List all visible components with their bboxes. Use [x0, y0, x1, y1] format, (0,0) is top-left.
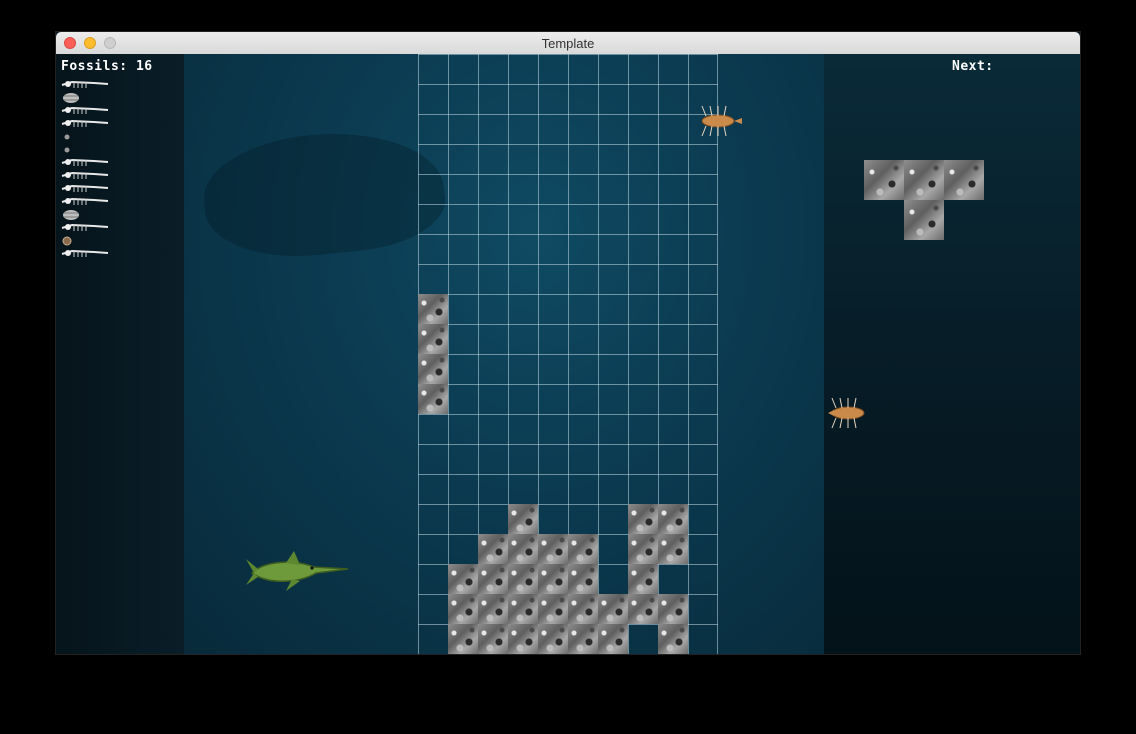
- ichthyosaur-skeleton-icon: [60, 221, 116, 234]
- next-piece-block: [904, 160, 944, 200]
- fossil-rock-block: [478, 624, 508, 654]
- small-fossil-icon: [60, 143, 116, 156]
- sea-scorpion-icon: [828, 397, 865, 429]
- fossil-rock-block: [508, 534, 538, 564]
- background-creature-silhouette: [198, 121, 450, 267]
- ichthyosaur-skeleton-icon: [60, 117, 116, 130]
- fossil-rock-block: [628, 594, 658, 624]
- next-piece-block: [904, 200, 944, 240]
- fossil-rock-block: [448, 594, 478, 624]
- fossil-rock-block: [598, 624, 628, 654]
- fossil-rock-block: [538, 534, 568, 564]
- fossil-rock-block: [478, 594, 508, 624]
- fossil-rock-block: [478, 534, 508, 564]
- fossil-rock-block: [658, 624, 688, 654]
- fossil-rock-block: [598, 594, 628, 624]
- fossil-rock-block: [418, 354, 448, 384]
- ichthyosaur-skeleton-icon: [60, 195, 116, 208]
- fossil-rock-block: [658, 594, 688, 624]
- ichthyosaur-skeleton-icon: [60, 78, 116, 91]
- game-canvas[interactable]: Fossils: 16 Next:: [56, 54, 1080, 654]
- ichthyosaur-skeleton-icon: [60, 247, 116, 260]
- ichthyosaur-skeleton-icon: [60, 169, 116, 182]
- next-piece-block: [944, 160, 984, 200]
- next-piece-block: [864, 160, 904, 200]
- fossil-rock-block: [658, 504, 688, 534]
- fossil-rock-block: [568, 564, 598, 594]
- next-piece-panel: [824, 54, 1080, 654]
- fossils-counter: Fossils: 16: [61, 59, 153, 74]
- fossil-rock-block: [538, 624, 568, 654]
- game-window: Template Fossils: 16 Next:: [56, 32, 1080, 654]
- ichthyosaur-skeleton-icon: [60, 104, 116, 117]
- fossil-rock-block: [418, 384, 448, 414]
- ichthyosaur-skeleton-icon: [60, 182, 116, 195]
- fossil-rock-block: [538, 594, 568, 624]
- window-title: Template: [541, 36, 595, 51]
- fossil-rock-block: [448, 564, 478, 594]
- fossil-rock-block: [508, 624, 538, 654]
- fossil-rock-block: [418, 324, 448, 354]
- fossil-rock-block: [568, 624, 598, 654]
- fossil-rock-block: [508, 594, 538, 624]
- fossil-rock-block: [448, 624, 478, 654]
- fossil-rock-block: [628, 564, 658, 594]
- title-bar[interactable]: Template: [56, 32, 1080, 55]
- fossil-rock-block: [628, 504, 658, 534]
- fossil-rock-block: [658, 534, 688, 564]
- fossil-rock-block: [568, 594, 598, 624]
- ichthyosaur-skeleton-icon: [60, 156, 116, 169]
- fossil-rock-block: [478, 564, 508, 594]
- next-label: Next:: [952, 59, 994, 74]
- next-piece-preview: [864, 160, 984, 240]
- small-fossil-icon: [60, 130, 116, 143]
- game-board[interactable]: [418, 54, 718, 654]
- fossil-icon-list: [60, 78, 116, 260]
- trilobite-icon: [60, 91, 116, 104]
- sea-scorpion-icon: [701, 105, 742, 137]
- fossil-rock-block: [508, 504, 538, 534]
- fossil-rock-block: [418, 294, 448, 324]
- fossil-rock-block: [568, 534, 598, 564]
- fossil-rock-block: [538, 564, 568, 594]
- trilobite-icon: [60, 208, 116, 221]
- fossil-rock-block: [628, 534, 658, 564]
- fossil-rock-block: [508, 564, 538, 594]
- ichthyosaur-icon: [246, 551, 349, 591]
- ammonite-icon: [60, 234, 116, 247]
